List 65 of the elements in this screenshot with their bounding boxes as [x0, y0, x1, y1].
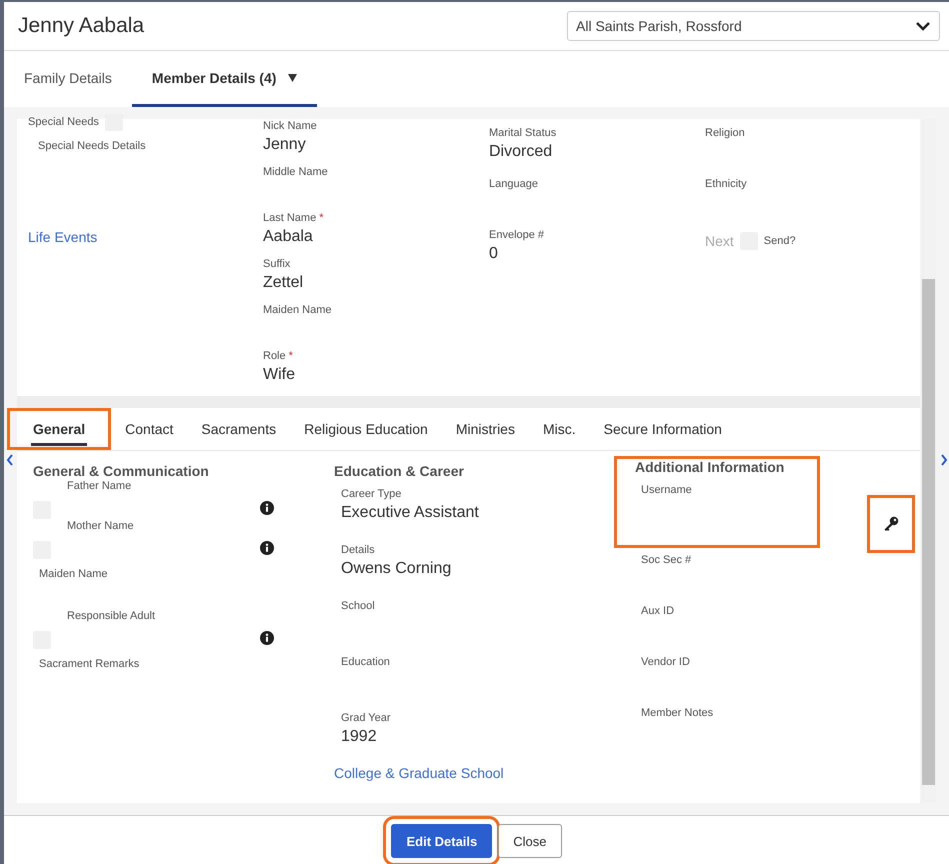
required-mark: *: [288, 350, 293, 362]
scrollbar[interactable]: [921, 119, 936, 803]
chevron-right-icon[interactable]: [940, 454, 948, 466]
field-label: Education: [341, 655, 391, 669]
field-value: Zettel: [263, 273, 304, 293]
field-label: Suffix: [263, 257, 292, 271]
field-label: Last Name: [263, 212, 316, 224]
field-label: Career Type: [341, 487, 402, 501]
link[interactable]: Life Events: [28, 229, 98, 245]
required-mark: *: [319, 212, 324, 224]
field-value: 0: [489, 244, 499, 264]
tab[interactable]: Religious Education: [290, 408, 442, 450]
field-label: Username: [641, 483, 693, 497]
info-icon[interactable]: [260, 631, 274, 645]
field-label: Religion: [705, 126, 746, 140]
field-label: Member Notes: [641, 706, 714, 720]
field-label: Aux ID: [641, 604, 676, 618]
field-label: Special Needs Details: [38, 139, 147, 153]
field-label: Soc Sec #: [641, 553, 692, 567]
key-button[interactable]: [870, 498, 912, 550]
close-button[interactable]: Close: [498, 824, 562, 858]
tab[interactable]: Sacraments: [187, 408, 290, 450]
checkbox-label: Send?: [764, 235, 796, 247]
key-icon: [883, 516, 899, 532]
field-label: Mother Name: [66, 519, 134, 533]
chevron-left-icon[interactable]: [6, 454, 14, 466]
tab[interactable]: General: [7, 408, 112, 450]
tab[interactable]: Secure Information: [590, 408, 736, 450]
tab[interactable]: Contact: [111, 408, 188, 450]
field-value: Jenny: [263, 135, 307, 155]
field-label: Marital Status: [489, 126, 558, 140]
field-value: 1992: [341, 727, 378, 747]
link[interactable]: College & Graduate School: [334, 765, 504, 781]
info-icon[interactable]: [260, 501, 274, 515]
tab[interactable]: Family Details: [4, 51, 132, 107]
field-value: Owens Corning: [341, 559, 452, 579]
tab[interactable]: Misc.: [528, 408, 590, 450]
field-label: Maiden Name: [39, 567, 108, 581]
field-label: Father Name: [66, 479, 132, 493]
field-label: Maiden Name: [263, 303, 332, 317]
section-title: General & Communication: [33, 463, 210, 479]
info-icon[interactable]: [260, 541, 274, 555]
field-label: Middle Name: [263, 165, 329, 179]
section-title: Additional Information: [635, 459, 786, 475]
field-label: Vendor ID: [641, 655, 691, 669]
field-value: Divorced: [489, 142, 554, 162]
field-label: Nick Name: [263, 119, 318, 133]
chevron-down-icon: [915, 21, 931, 31]
field-label: Special Needs: [28, 116, 99, 128]
field-label: Details: [341, 543, 376, 557]
section-title: Education & Career: [334, 463, 465, 479]
field-label: Responsible Adult: [66, 609, 156, 623]
tab[interactable]: Ministries: [442, 408, 529, 450]
parish-dropdown[interactable]: All Saints Parish, Rossford: [567, 11, 940, 41]
field-value: Executive Assistant: [341, 503, 480, 523]
field-label: Grad Year: [341, 711, 392, 725]
field-label: Sacrament Remarks: [39, 657, 140, 671]
field-label: Envelope #: [489, 228, 546, 242]
field-label: Role: [263, 350, 286, 362]
field-value: Aabala: [263, 227, 314, 247]
field-label: School: [341, 599, 376, 613]
window-title: Jenny Aabala: [18, 14, 144, 38]
field-label: Language: [489, 177, 539, 191]
field-value: Wife: [263, 365, 296, 385]
field-label: Ethnicity: [705, 177, 748, 191]
